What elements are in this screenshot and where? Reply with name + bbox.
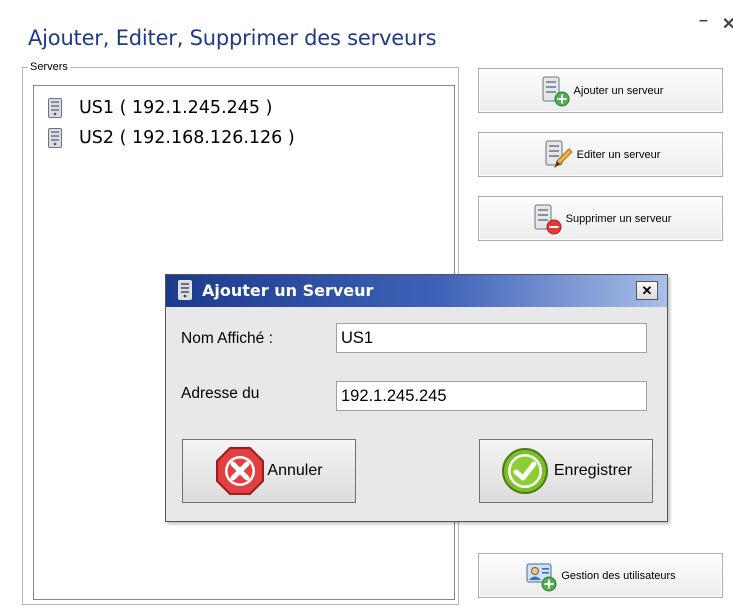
edit-server-label: Editer un serveur: [576, 148, 661, 161]
delete-server-label: Supprimer un serveur: [565, 212, 672, 225]
name-field[interactable]: [336, 323, 647, 353]
list-item-label: US2 ( 192.168.126.126 ): [79, 128, 295, 148]
user-management-icon: [526, 563, 557, 591]
list-item-label: US1 ( 192.1.245.245 ): [79, 98, 273, 118]
manage-users-button[interactable]: Gestion des utilisateurs: [478, 553, 723, 598]
edit-server-button[interactable]: Editer un serveur: [478, 132, 723, 177]
server-icon: [48, 128, 62, 148]
list-item[interactable]: US2 ( 192.168.126.126 ): [48, 126, 295, 150]
save-label: Enregistrer: [553, 462, 633, 479]
add-server-button[interactable]: Ajouter un serveur: [478, 68, 723, 113]
add-server-dialog: Ajouter un Serveur ✕ Nom Affiché : Adres…: [165, 274, 668, 522]
manage-users-label: Gestion des utilisateurs: [561, 569, 676, 582]
dialog-titlebar[interactable]: Ajouter un Serveur ✕: [166, 275, 667, 307]
minimize-button[interactable]: –: [699, 12, 708, 30]
checkmark-icon: [501, 448, 548, 494]
edit-server-icon: [545, 140, 573, 168]
delete-server-icon: [534, 204, 562, 234]
address-label: Adresse du: [181, 385, 260, 402]
save-button[interactable]: Enregistrer: [479, 439, 653, 503]
add-server-icon: [542, 76, 570, 106]
dialog-title: Ajouter un Serveur: [202, 281, 374, 300]
list-item[interactable]: US1 ( 192.1.245.245 ): [48, 96, 272, 120]
servers-group-legend: Servers: [28, 61, 70, 73]
cancel-label: Annuler: [267, 462, 323, 479]
cancel-button[interactable]: Annuler: [182, 439, 356, 503]
delete-server-button[interactable]: Supprimer un serveur: [478, 196, 723, 241]
close-button[interactable]: ✕: [722, 14, 733, 34]
server-icon: [178, 280, 192, 300]
name-label: Nom Affiché :: [181, 330, 273, 347]
dialog-close-button[interactable]: ✕: [636, 281, 658, 300]
cancel-icon: [216, 447, 265, 495]
address-field[interactable]: [336, 381, 647, 411]
main-title: Ajouter, Editer, Supprimer des serveurs: [28, 26, 437, 50]
server-icon: [48, 98, 62, 118]
add-server-label: Ajouter un serveur: [573, 84, 664, 97]
